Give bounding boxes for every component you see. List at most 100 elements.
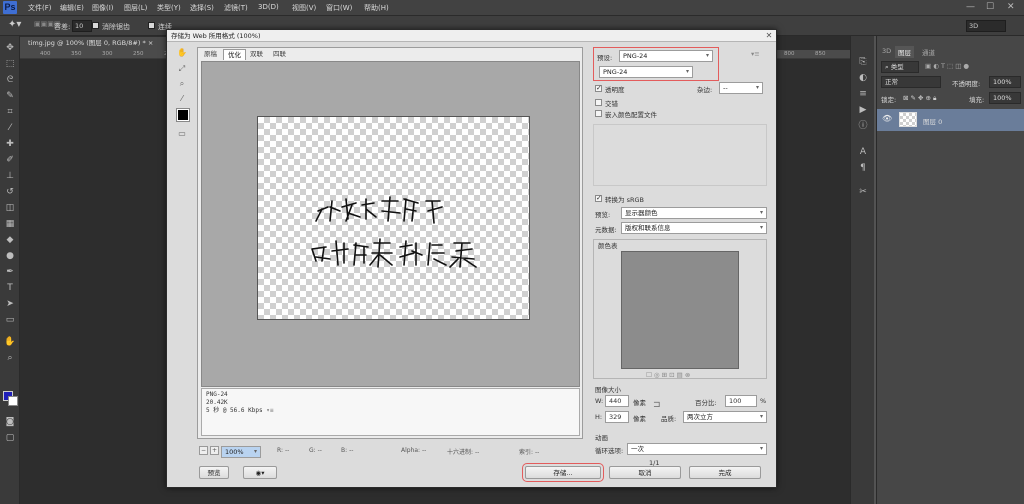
eraser-tool-icon[interactable]: ◫ <box>4 202 16 214</box>
tolerance-input[interactable]: 10 <box>72 20 92 32</box>
properties-panel-icon[interactable]: ≡ <box>857 88 869 100</box>
brush-tool-icon[interactable]: ✐ <box>4 154 16 166</box>
quick-select-tool-icon[interactable]: ✎ <box>4 90 16 102</box>
eye-icon[interactable]: 👁︎ <box>882 114 892 123</box>
pen-tool-icon[interactable]: ✒ <box>4 266 16 278</box>
embed-profile-checkbox[interactable] <box>595 110 602 117</box>
document-tab[interactable]: timg.jpg @ 100% (图层 0, RGB/8#) * × <box>20 37 170 50</box>
zoom-in-button[interactable]: + <box>210 446 219 455</box>
zoom-tool-icon[interactable]: ⌕ <box>175 78 189 90</box>
tab-4up[interactable]: 四联 <box>269 49 290 59</box>
path-select-icon[interactable]: ➤ <box>4 298 16 310</box>
browser-preview-button[interactable]: ◉▾ <box>243 466 277 479</box>
toggle-slices-icon[interactable]: ▭ <box>175 128 189 140</box>
close-tab-icon[interactable]: × <box>148 39 153 47</box>
menu-help[interactable]: 帮助(H) <box>364 3 389 13</box>
history-panel-icon[interactable]: ⎘ <box>857 56 869 68</box>
preset-menu-icon[interactable]: ▾≡ <box>751 50 760 58</box>
layer-kind-filter[interactable]: ⌕ 类型 <box>881 61 919 73</box>
preview-select[interactable]: 显示器颜色 <box>621 207 767 219</box>
hand-tool-icon[interactable]: ✋ <box>175 47 189 59</box>
blend-mode-select[interactable]: 正常 <box>881 76 941 88</box>
screen-mode-icon[interactable]: ▢ <box>4 432 16 444</box>
link-icon[interactable]: ⊐ <box>653 400 661 410</box>
crop-tool-icon[interactable]: ⌗ <box>4 106 16 118</box>
color-table-tools[interactable]: ☐ ◎ ⊞ ⊡ ▤ ⊗ <box>646 371 690 379</box>
maximize-button[interactable]: ☐ <box>986 2 994 12</box>
percent-input[interactable]: 100 <box>725 395 757 407</box>
type-tool-icon[interactable]: T <box>4 282 16 294</box>
preview-button[interactable]: 预览 <box>199 466 229 479</box>
slice-select-icon[interactable]: ⤢ <box>175 63 189 75</box>
width-input[interactable]: 440 <box>605 395 629 407</box>
background-color-swatch[interactable] <box>8 396 18 406</box>
cancel-button[interactable]: 取消 <box>609 466 681 479</box>
loop-select[interactable]: 一次 <box>627 443 767 455</box>
done-button[interactable]: 完成 <box>689 466 761 479</box>
quality-select[interactable]: 两次立方 <box>683 411 767 423</box>
shape-tool-icon[interactable]: ▭ <box>4 314 16 326</box>
healing-tool-icon[interactable]: ✚ <box>4 138 16 150</box>
quick-mask-icon[interactable]: ◙ <box>4 416 16 428</box>
transparency-checkbox[interactable] <box>595 84 602 92</box>
fill-input[interactable]: 100% <box>989 92 1021 104</box>
zoom-select[interactable]: 100% <box>221 446 261 458</box>
menu-3d[interactable]: 3D(D) <box>258 3 279 11</box>
opacity-input[interactable]: 100% <box>989 76 1021 88</box>
tool-presets-icon[interactable]: ✂ <box>857 186 869 198</box>
tab-optimized[interactable]: 优化 <box>223 49 246 60</box>
format-select[interactable]: PNG-24 <box>599 66 693 78</box>
menu-layer[interactable]: 图层(L) <box>124 3 147 13</box>
history-brush-icon[interactable]: ↺ <box>4 186 16 198</box>
move-tool-icon[interactable]: ✥ <box>4 42 16 54</box>
layer-row[interactable]: 👁︎ 图层 0 <box>877 109 1024 131</box>
menu-select[interactable]: 选择(S) <box>190 3 214 13</box>
lock-icons[interactable]: ⊠ ✎ ✥ ⊕ 🔒︎ <box>903 94 937 103</box>
zoom-out-button[interactable]: − <box>199 446 208 455</box>
info-panel-icon[interactable]: ⓘ <box>857 120 869 132</box>
optimized-preview[interactable] <box>201 61 580 387</box>
contiguous-checkbox[interactable] <box>148 22 155 29</box>
info-menu-icon[interactable]: ▾≡ <box>266 407 273 414</box>
filter-icons[interactable]: ▣ ◐ T ⬚ ◫ ● <box>925 62 969 70</box>
blur-tool-icon[interactable]: ◆ <box>4 234 16 246</box>
paragraph-panel-icon[interactable]: ¶ <box>857 162 869 174</box>
hand-tool-icon[interactable]: ✋ <box>4 336 16 348</box>
minimize-button[interactable]: — <box>966 2 975 12</box>
stamp-tool-icon[interactable]: ⊥ <box>4 170 16 182</box>
tab-layers[interactable]: 图层 <box>895 46 914 58</box>
character-panel-icon[interactable]: A <box>857 146 869 158</box>
tab-channels[interactable]: 通道 <box>919 46 938 58</box>
menu-file[interactable]: 文件(F) <box>28 3 52 13</box>
antialias-checkbox[interactable] <box>92 22 99 29</box>
close-dialog-icon[interactable]: ✕ <box>763 30 775 42</box>
workspace-select[interactable]: 3D <box>966 20 1006 32</box>
save-button[interactable]: 存储... <box>522 463 604 482</box>
metadata-select[interactable]: 版权和联系信息 <box>621 222 767 234</box>
magic-wand-icon[interactable]: ✦▾ <box>8 19 21 30</box>
marquee-tool-icon[interactable]: ⬚ <box>4 58 16 70</box>
zoom-tool-icon[interactable]: ⌕ <box>4 352 16 364</box>
dodge-tool-icon[interactable]: ● <box>4 250 16 262</box>
adjustments-panel-icon[interactable]: ◐ <box>857 72 869 84</box>
lasso-tool-icon[interactable]: ᘓ <box>4 74 16 86</box>
matte-select[interactable]: -- <box>719 82 763 94</box>
interlaced-checkbox[interactable] <box>595 99 602 106</box>
gradient-tool-icon[interactable]: ▦ <box>4 218 16 230</box>
actions-panel-icon[interactable]: ▶ <box>857 104 869 116</box>
convert-srgb-checkbox[interactable] <box>595 194 602 202</box>
tab-3d[interactable]: 3D <box>879 46 894 56</box>
menu-window[interactable]: 窗口(W) <box>326 3 352 13</box>
height-input[interactable]: 329 <box>605 411 629 423</box>
menu-image[interactable]: 图像(I) <box>92 3 114 13</box>
menu-type[interactable]: 类型(Y) <box>157 3 181 13</box>
eyedropper-icon[interactable]: ⁄ <box>175 93 189 105</box>
preset-select[interactable]: PNG-24 <box>619 50 713 62</box>
color-table[interactable] <box>621 251 739 369</box>
tab-2up[interactable]: 双联 <box>246 49 267 59</box>
menu-filter[interactable]: 滤镜(T) <box>224 3 248 13</box>
menu-view[interactable]: 视图(V) <box>292 3 316 13</box>
menu-edit[interactable]: 编辑(E) <box>60 3 84 13</box>
tab-original[interactable]: 原稿 <box>200 49 221 59</box>
eyedropper-tool-icon[interactable]: ⁄ <box>4 122 16 134</box>
